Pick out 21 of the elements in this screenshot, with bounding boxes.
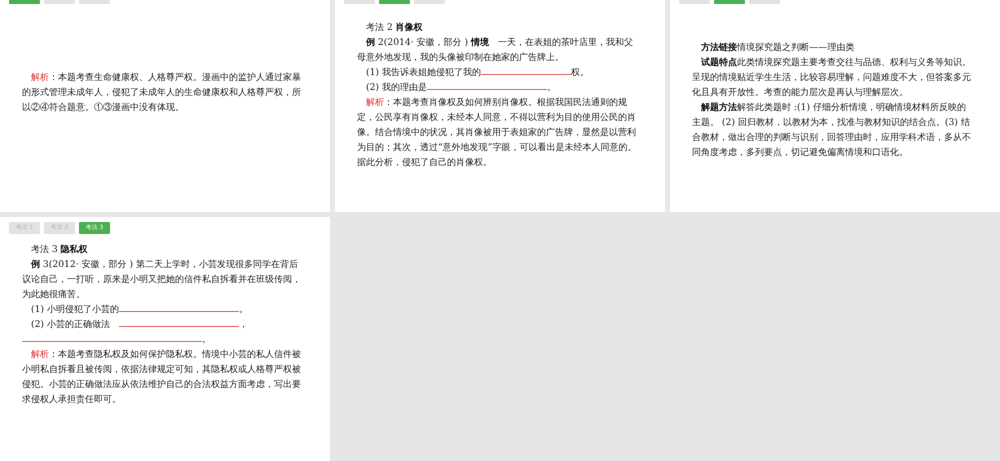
slide-tab[interactable] [379,0,410,4]
paragraph: 考法 3 隐私权 [30,243,89,257]
slide-thumbnail[interactable] [0,217,330,461]
paragraph: 考法 2 肖像权 [365,21,424,35]
slide-thumbnail[interactable]: 解析：本题考查生命健康权、人格尊严权。漫画中的监护人通过家暴的形式管理未成年人，侵犯了未成年人的生命健康权和人格尊严权，所以②④符合题意。①③漫画中没有体现。 [0,0,330,212]
paragraph: 解析：本题考查隐私权及如何保护隐私权。情境中小芸的私人信件被小明私自拆看且被传阅，依据法律规定可知，其隐私权或人格尊严权被侵犯。小芸的正确做法应从依法维护自己的合法权益方面考虑，写出要求侵权人承担责任即可。 [22,348,302,407]
slide-thumbnail[interactable] [670,0,1000,212]
paragraph: 例 2(2014· 安徽，部分 ) 情境 一天，在表姐的茶叶店里，我和父母意外地发现，我的头像被印制在她家的广告牌上。 [357,36,634,65]
paragraph: (2) 我的理由是 。 [365,80,557,95]
slide-tab[interactable] [714,0,745,4]
paragraph: (1) 我告诉表姐她侵犯了我的 权。 [365,65,590,80]
paragraph: 解析：本题考查生命健康权、人格尊严权。漫画中的监护人通过家暴的形式管理未成年人，侵犯了未成年人的生命健康权和人格尊严权，所以②④符合题意。①③漫画中没有体现。 [22,71,302,115]
paragraph: (1) 小明侵犯了小芸的 。 [30,302,249,317]
paragraph: 解析：本题考查肖像权及如何辨别肖像权。根据我国民法通则的规定，公民享有肖像权，未经本人同意，不得以营利为目的使用公民的肖像。结合情境中的状况，其肖像被用于表姐家的广告牌，显然是以营利为目的；其次，透过“意外地发现”字眼，可以看出是未经本人同意的。据此分析，侵犯了自己的肖像权。 [357,96,637,170]
slide-thumbnail[interactable] [335,0,665,212]
paragraph: 试题特点此类情境探究题主要考查交往与品德、权利与义务等知识。呈现的情境贴近学生生活，比较容易理解，问题难度不大，但答案多元化且具有开放性。考查的能力层次是再认与理解层次。 [692,56,972,100]
slide-tab[interactable] [9,0,40,4]
paragraph: (2) 小芸的正确做法 ， 。 [22,317,302,347]
paragraph: 方法链接情境探究题之判断——理由类 [700,41,856,55]
paragraph: 解题方法解答此类题时 :(1) 仔细分析情境，明确情境材料所反映的主题。 (2) 回归教材，以教材为本，找准与教材知识的结合点。(3) 结合教材，做出合理的判断与识别，回答理由时，应用学科术语，多从不同角度考虑，多列要点，切记避免偏离情境和口语化。 [692,101,972,160]
paragraph: 例 3(2012· 安徽，部分 ) 第二天上学时，小芸发现很多同学在背后议论自己，一打听，原来是小明又把她的信件私自拆看并在班级传阅，为此她很痛苦。 [22,258,302,302]
